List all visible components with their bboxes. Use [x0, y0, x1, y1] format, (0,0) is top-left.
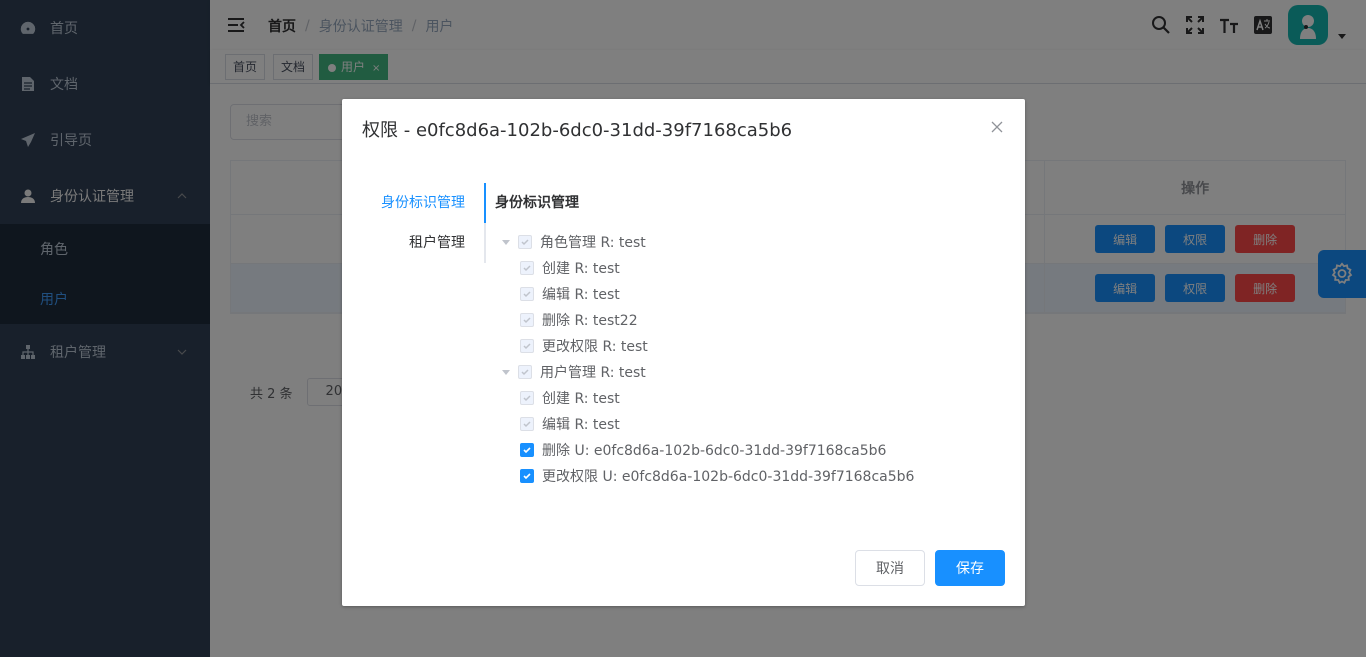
permission-tree: 角色管理 R: test 创建 R: test 编辑 R: test 删除 R:…	[502, 229, 914, 489]
active-tab-indicator	[484, 183, 486, 223]
tree-node[interactable]: 创建 R: test	[502, 385, 914, 411]
permission-dialog: 权限 - e0fc8d6a-102b-6dc0-31dd-39f7168ca5b…	[342, 99, 1025, 606]
close-icon[interactable]	[989, 119, 1005, 135]
tree-node-user-management[interactable]: 用户管理 R: test	[502, 359, 914, 385]
dialog-title: 权限 - e0fc8d6a-102b-6dc0-31dd-39f7168ca5b…	[362, 120, 793, 141]
checkbox	[520, 339, 534, 353]
tree-node[interactable]: 删除 U: e0fc8d6a-102b-6dc0-31dd-39f7168ca5…	[502, 437, 914, 463]
tree-node-label: 创建 R: test	[542, 261, 620, 277]
tree-node[interactable]: 编辑 R: test	[502, 281, 914, 307]
tree-node[interactable]: 编辑 R: test	[502, 411, 914, 437]
checkbox	[518, 235, 532, 249]
checkbox[interactable]	[520, 443, 534, 457]
checkbox	[518, 365, 532, 379]
checkbox	[520, 417, 534, 431]
tree-node-role-management[interactable]: 角色管理 R: test	[502, 229, 914, 255]
permission-tabs: 身份标识管理 租户管理	[362, 183, 486, 263]
cancel-button[interactable]: 取消	[855, 550, 925, 586]
section-title: 身份标识管理	[495, 195, 579, 211]
tree-node-label: 编辑 R: test	[542, 417, 620, 433]
expand-arrow-icon[interactable]	[502, 239, 510, 245]
checkbox	[520, 313, 534, 327]
dialog-footer: 取消 保存	[855, 550, 1005, 586]
tree-node-label: 创建 R: test	[542, 391, 620, 407]
tree-node-label: 删除 U: e0fc8d6a-102b-6dc0-31dd-39f7168ca5…	[542, 443, 887, 459]
tree-node[interactable]: 删除 R: test22	[502, 307, 914, 333]
checkbox	[520, 391, 534, 405]
tree-node[interactable]: 更改权限 U: e0fc8d6a-102b-6dc0-31dd-39f7168c…	[502, 463, 914, 489]
save-button[interactable]: 保存	[935, 550, 1005, 586]
tab-tenant[interactable]: 租户管理	[362, 223, 484, 263]
tab-identity[interactable]: 身份标识管理	[362, 183, 484, 223]
tree-node[interactable]: 更改权限 R: test	[502, 333, 914, 359]
tree-node[interactable]: 创建 R: test	[502, 255, 914, 281]
checkbox	[520, 287, 534, 301]
tree-node-label: 用户管理 R: test	[540, 365, 646, 381]
checkbox[interactable]	[520, 469, 534, 483]
expand-arrow-icon[interactable]	[502, 369, 510, 375]
tree-node-label: 删除 R: test22	[542, 313, 638, 329]
checkbox	[520, 261, 534, 275]
tree-node-label: 更改权限 R: test	[542, 339, 648, 355]
tree-node-label: 角色管理 R: test	[540, 235, 646, 251]
tree-node-label: 更改权限 U: e0fc8d6a-102b-6dc0-31dd-39f7168c…	[542, 469, 915, 485]
tree-node-label: 编辑 R: test	[542, 287, 620, 303]
